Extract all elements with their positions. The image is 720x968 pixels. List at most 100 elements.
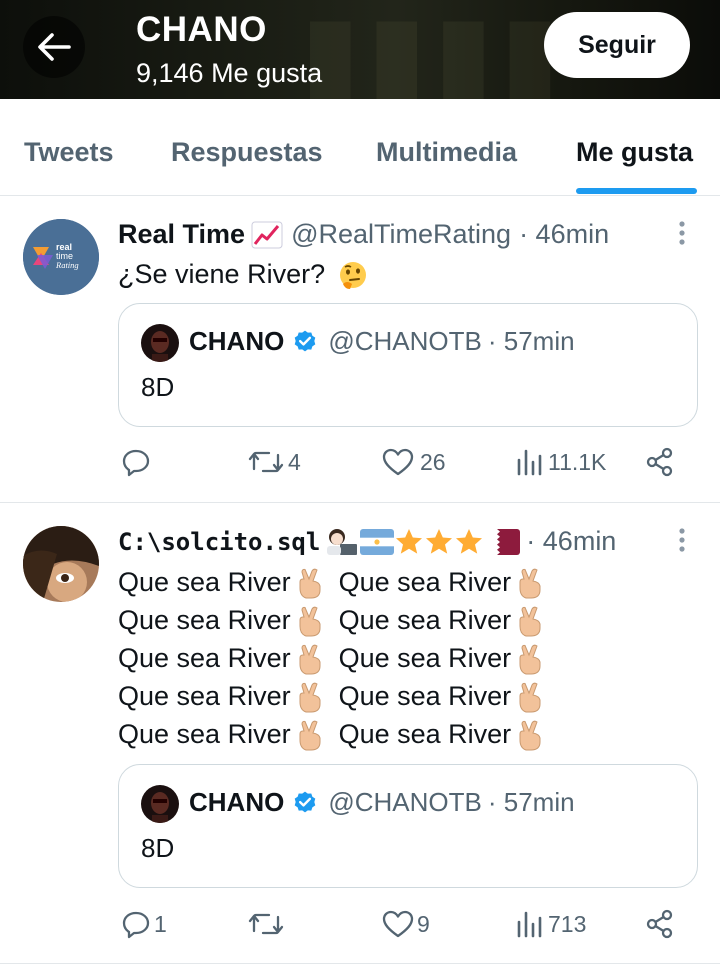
profile-name: CHANO: [136, 10, 267, 49]
crossed-fingers-icon: [299, 644, 321, 675]
views-count: 11.1K: [548, 448, 607, 475]
likes-count: 9,146 Me gusta: [136, 58, 323, 88]
tweet-text-segment: Que sea River: [338, 567, 512, 597]
tweet-text-segment: Que sea River: [118, 605, 291, 635]
flag-argentina-icon: [360, 528, 395, 555]
quoted-tweet[interactable]: CHANO @CHANOTB · 57min 8D: [118, 764, 698, 888]
chart-increasing-icon: [251, 221, 283, 248]
tweet-text-segment: Que sea River: [338, 605, 512, 635]
like-button[interactable]: 26: [382, 447, 446, 477]
author-name[interactable]: Real Time: [118, 219, 245, 250]
crossed-fingers-icon: [299, 720, 321, 751]
back-button[interactable]: [23, 16, 85, 78]
retweet-button[interactable]: 4: [247, 447, 301, 477]
quoted-author-name: CHANO: [189, 326, 285, 356]
like-button[interactable]: 9: [382, 909, 430, 939]
tweet[interactable]: C:\solcito.sql · 46min Que sea River Que …: [0, 504, 720, 964]
author-handle[interactable]: @RealTimeRating: [291, 219, 511, 250]
quoted-tweet-time: · 57min: [487, 326, 575, 356]
share-button[interactable]: [645, 447, 675, 477]
active-tab-indicator: [576, 188, 697, 194]
flag-qatar-icon: [486, 528, 521, 555]
tweet-text-segment: Que sea River: [338, 719, 512, 749]
avatar[interactable]: real time Rating: [23, 219, 99, 295]
tweet-header: C:\solcito.sql · 46min: [118, 526, 616, 557]
share-icon: [646, 447, 673, 477]
tweet-text-line: Que sea River Que sea River: [118, 601, 559, 639]
crossed-fingers-icon: [299, 606, 321, 637]
quoted-tweet-header: CHANO @CHANOTB · 57min: [189, 326, 575, 357]
tweet-text-line: Que sea River Que sea River: [118, 715, 559, 753]
reply-button[interactable]: 1: [121, 909, 167, 939]
quoted-tweet[interactable]: CHANO @CHANOTB · 57min 8D: [118, 303, 698, 427]
chano-avatar-icon: [141, 785, 179, 823]
retweet-icon: [248, 451, 284, 473]
follow-button[interactable]: Seguir: [544, 12, 690, 78]
quoted-avatar[interactable]: [141, 324, 179, 362]
quoted-tweet-text: 8D: [141, 833, 175, 863]
tab-replies[interactable]: Respuestas: [171, 137, 323, 168]
views-button[interactable]: 11.1K: [515, 447, 606, 477]
like-count: 9: [417, 910, 430, 937]
star-icon: [426, 528, 453, 554]
avatar[interactable]: [23, 526, 99, 602]
crossed-fingers-icon: [299, 682, 321, 713]
tweet-text-segment: Que sea River: [118, 643, 291, 673]
tweet-text-line: Que sea River Que sea River: [118, 563, 559, 601]
author-name[interactable]: C:\solcito.sql: [118, 528, 320, 556]
tweet-text-segment: Que sea River: [338, 681, 512, 711]
tweet[interactable]: real time Rating Real Time @RealTimeRati…: [0, 197, 720, 503]
share-icon: [646, 909, 673, 939]
retweet-button[interactable]: [247, 909, 288, 939]
tweet-time[interactable]: · 46min: [526, 526, 616, 557]
header-banner-background: ▮▮▮▮: [300, 0, 567, 99]
tweet-actions: 4 26 11.1K: [0, 447, 720, 487]
tweet-text-segment: Que sea River: [118, 567, 291, 597]
tweet-text-segment: Que sea River: [118, 719, 291, 749]
share-button[interactable]: [645, 909, 675, 939]
more-options-icon[interactable]: [670, 526, 694, 556]
quoted-tweet-time: · 57min: [487, 787, 575, 817]
reply-count: 1: [154, 910, 167, 937]
profile-header: ▮▮▮▮ CHANO 9,146 Me gusta Seguir: [0, 0, 720, 99]
woman-technologist-icon: [327, 528, 358, 555]
tweet-actions: 1 9 713: [0, 909, 720, 949]
tweet-text: Que sea River Que sea River Que sea River Q…: [118, 563, 559, 753]
tweet-text-line: Que sea River Que sea River: [118, 677, 559, 715]
quoted-avatar[interactable]: [141, 785, 179, 823]
heart-icon: [382, 910, 414, 938]
views-chart-icon: [517, 911, 542, 938]
tweet-text-segment: Que sea River: [338, 643, 512, 673]
more-options-icon[interactable]: [670, 219, 694, 249]
crossed-fingers-icon: [299, 568, 321, 599]
profile-tabs: Tweets Respuestas Multimedia Me gusta: [0, 99, 720, 196]
tweet-time[interactable]: · 46min: [519, 219, 609, 250]
realtime-logo-icon: real time Rating: [23, 219, 99, 295]
crossed-fingers-icon: [519, 682, 541, 713]
views-chart-icon: [517, 449, 542, 476]
chano-avatar-icon: [141, 324, 179, 362]
avatar-text-line: Rating: [55, 260, 79, 270]
user-photo-icon: [23, 526, 99, 602]
verified-badge-icon: [295, 330, 316, 351]
like-count: 26: [420, 448, 446, 475]
quoted-tweet-text: 8D: [141, 372, 175, 402]
crossed-fingers-icon: [519, 720, 541, 751]
arrow-left-icon: [38, 33, 71, 61]
tweet-text: ¿Se viene River?: [118, 255, 369, 293]
crossed-fingers-icon: [519, 568, 541, 599]
tab-likes[interactable]: Me gusta: [576, 137, 693, 168]
tab-media[interactable]: Multimedia: [376, 137, 517, 168]
star-icon: [456, 528, 483, 554]
retweet-icon: [248, 913, 284, 935]
quoted-author-handle: @CHANOTB: [328, 787, 482, 817]
tweet-text-line: Que sea River Que sea River: [118, 639, 559, 677]
views-button[interactable]: 713: [515, 909, 586, 939]
crossed-fingers-icon: [519, 606, 541, 637]
heart-icon: [382, 448, 414, 476]
tweet-text-segment: Que sea River: [118, 681, 291, 711]
crossed-fingers-icon: [519, 644, 541, 675]
verified-badge-icon: [295, 791, 316, 812]
tab-tweets[interactable]: Tweets: [24, 137, 114, 168]
reply-button[interactable]: [121, 447, 154, 477]
